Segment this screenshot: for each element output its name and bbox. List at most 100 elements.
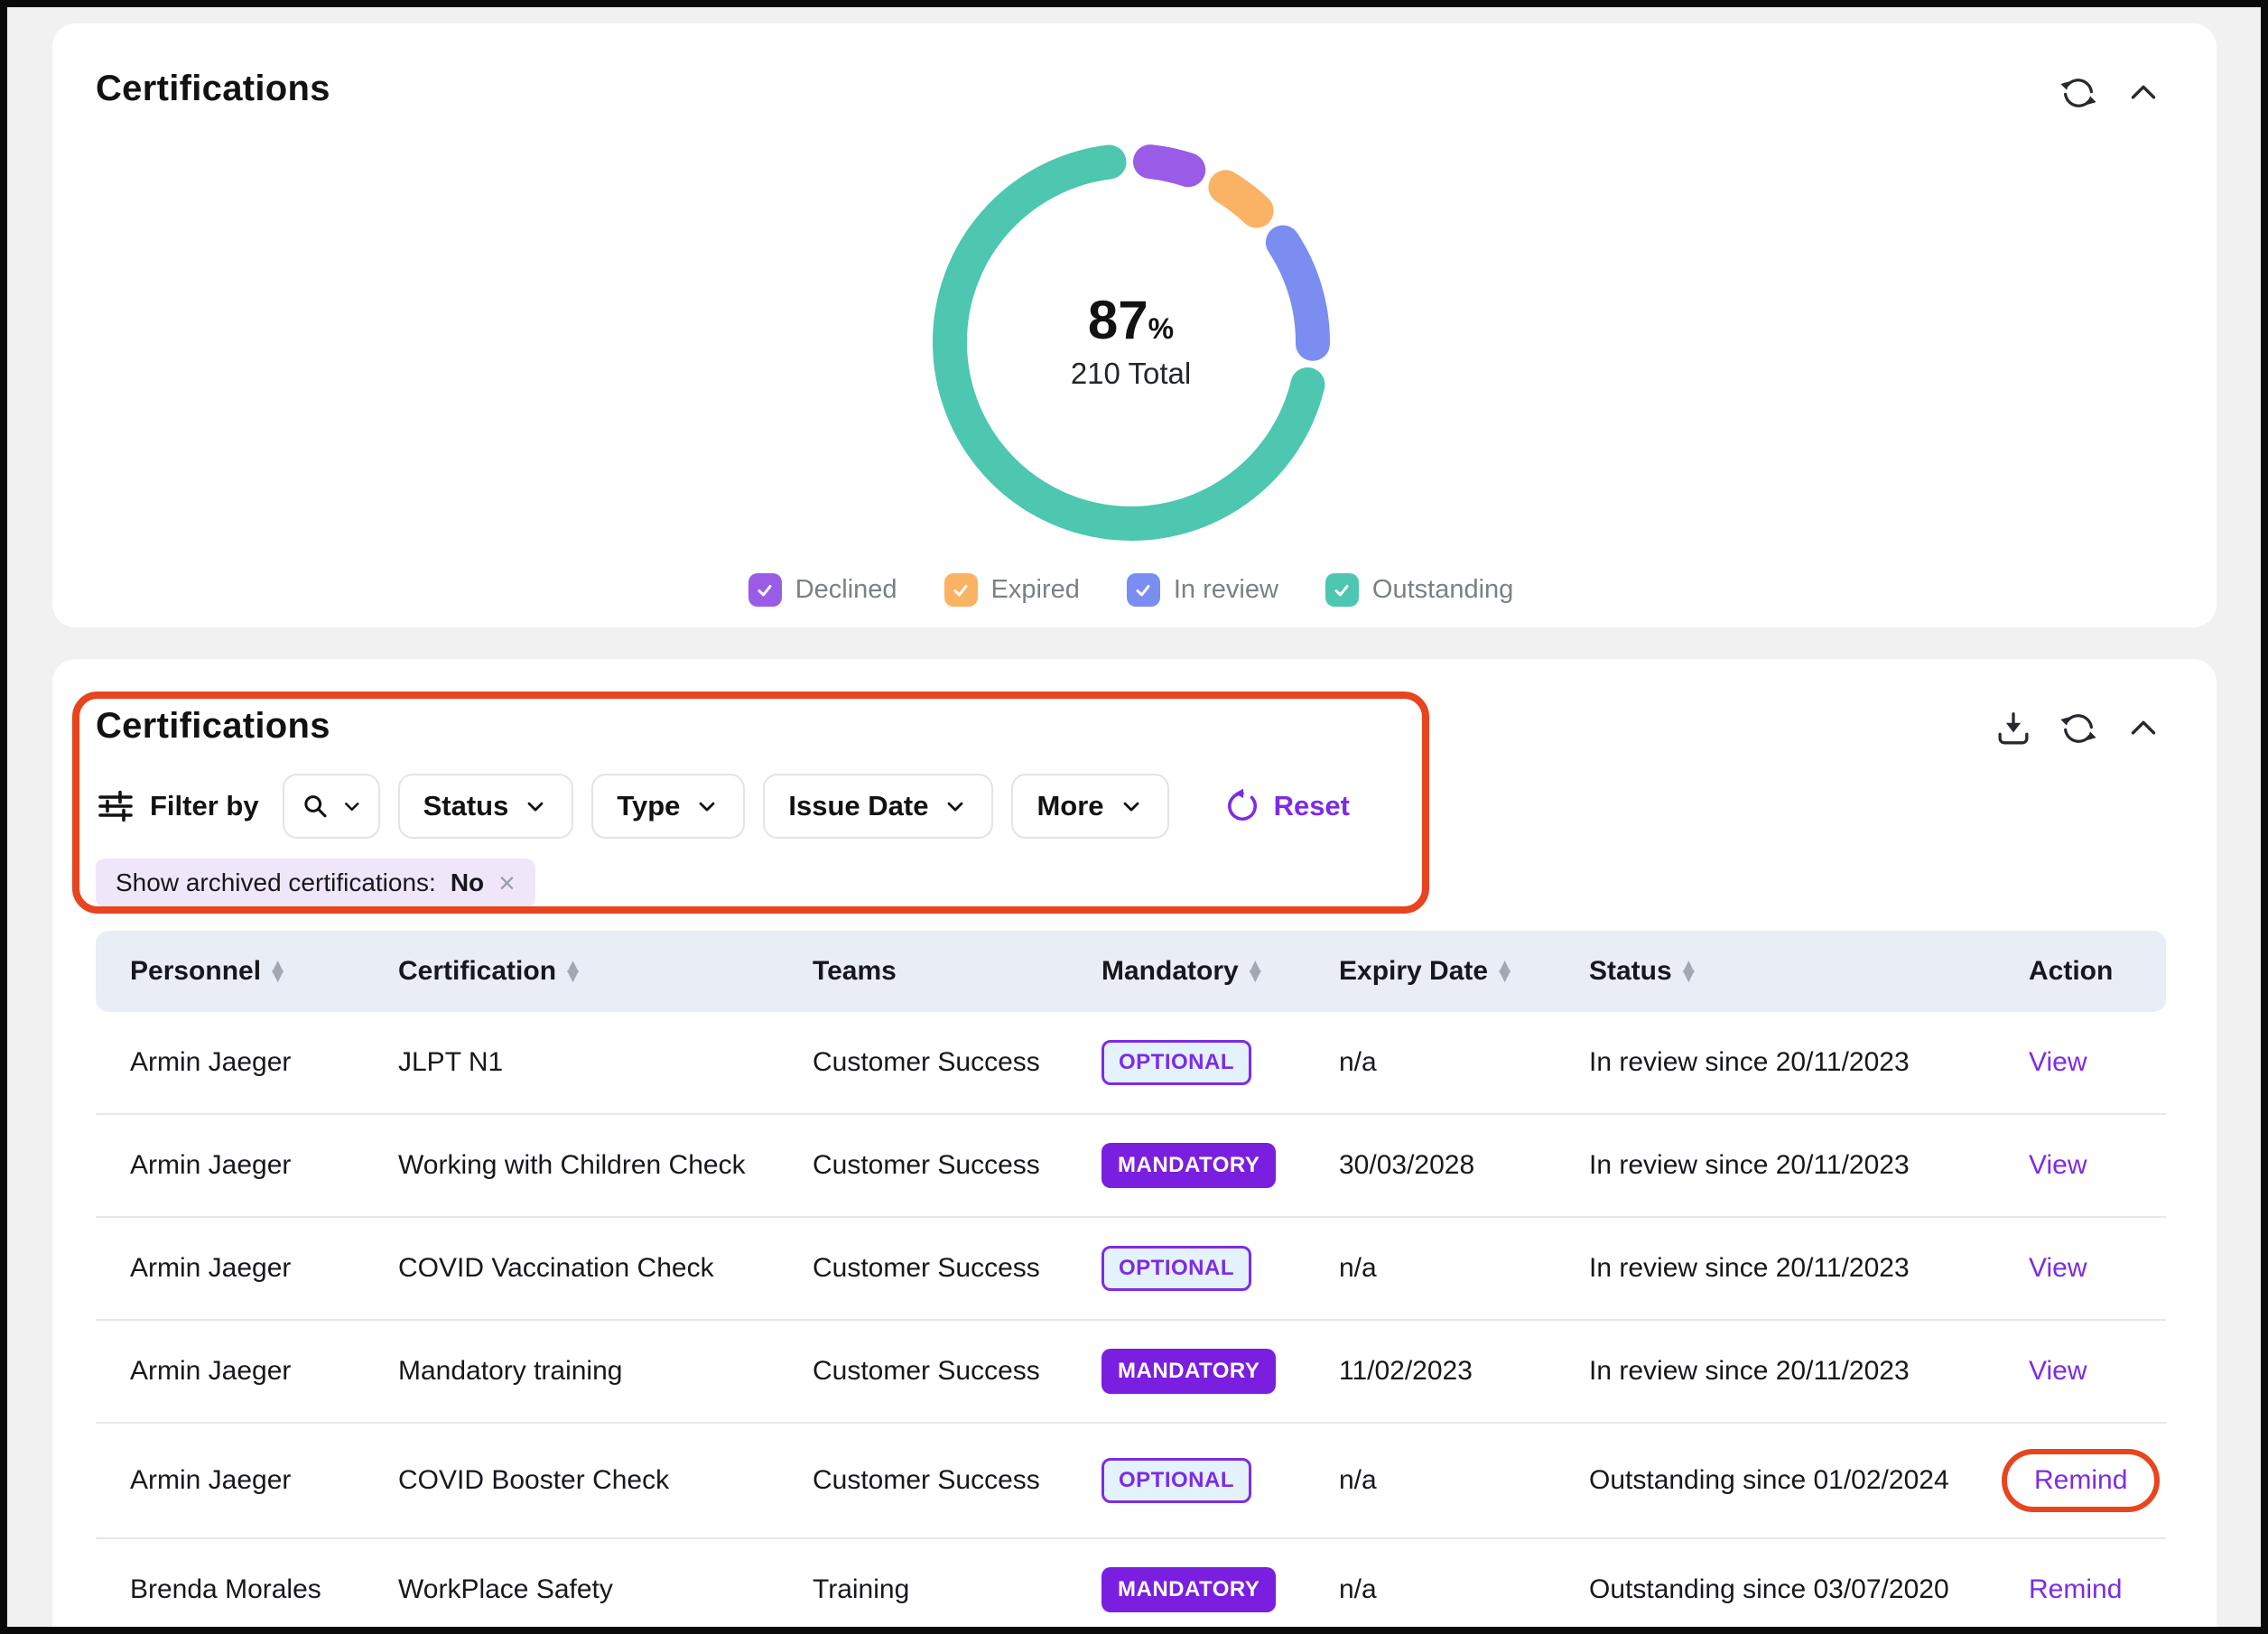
cell-action: View <box>2029 1253 2166 1284</box>
donut-segment-expired[interactable] <box>1225 187 1256 210</box>
filter-dropdown-issue-date[interactable]: Issue Date <box>763 774 993 839</box>
filter-dropdown-status[interactable]: Status <box>398 774 574 839</box>
donut-chart: 87% 210 Total <box>924 135 1339 550</box>
filter-dropdown-label: Status <box>423 790 509 822</box>
table-card-actions <box>1993 708 2164 749</box>
column-header-label: Action <box>2029 956 2113 987</box>
check-icon <box>754 580 776 601</box>
cell-status: In review since 20/11/2023 <box>1589 1356 2029 1387</box>
search-filter-button[interactable] <box>283 774 380 839</box>
filter-dropdown-type[interactable]: Type <box>591 774 745 839</box>
certifications-table: Personnel ▲▼ Certification ▲▼ Teams Mand… <box>96 931 2166 1634</box>
legend-item-in-review[interactable]: In review <box>1127 573 1278 607</box>
sort-icon[interactable]: ▲▼ <box>1250 961 1261 981</box>
legend-item-declined[interactable]: Declined <box>748 573 897 607</box>
refresh-icon[interactable] <box>2058 708 2099 749</box>
mandatory-badge: MANDATORY <box>1101 1143 1276 1188</box>
filter-by-label: Filter by <box>96 786 259 826</box>
cell-certification: COVID Booster Check <box>398 1465 813 1496</box>
cell-mandatory: OPTIONAL <box>1101 1458 1339 1503</box>
search-icon <box>299 788 331 824</box>
check-icon <box>950 580 971 601</box>
table-row: Armin Jaeger COVID Vaccination Check Cus… <box>96 1218 2166 1321</box>
certifications-table-card: Certifications <box>52 659 2217 1634</box>
legend-item-expired[interactable]: Expired <box>944 573 1080 607</box>
donut-segment-in-review[interactable] <box>1282 243 1312 344</box>
column-header-certification: Certification ▲▼ <box>398 956 813 987</box>
filter-dropdown-more[interactable]: More <box>1011 774 1168 839</box>
cell-expiry-date: n/a <box>1339 1253 1589 1284</box>
cell-certification: Mandatory training <box>398 1356 813 1387</box>
cell-action: Remind <box>2029 1574 2166 1605</box>
chip-label: Show archived certifications: <box>116 868 436 897</box>
legend-checkbox[interactable] <box>1127 573 1160 607</box>
cell-certification: COVID Vaccination Check <box>398 1253 813 1284</box>
cell-status: Outstanding since 01/02/2024 <box>1589 1465 2029 1496</box>
column-header-expiry-date: Expiry Date ▲▼ <box>1339 956 1589 987</box>
cell-expiry-date: n/a <box>1339 1465 1589 1496</box>
download-icon[interactable] <box>1993 708 2034 749</box>
view-link[interactable]: View <box>2029 1253 2087 1283</box>
mandatory-badge: MANDATORY <box>1101 1349 1276 1394</box>
column-header-label: Status <box>1589 956 1672 987</box>
cell-mandatory: MANDATORY <box>1101 1567 1339 1612</box>
legend-checkbox[interactable] <box>748 573 782 607</box>
remind-link[interactable]: Remind <box>2029 1574 2122 1604</box>
reset-filters-button[interactable]: Reset <box>1223 787 1350 825</box>
cell-mandatory: OPTIONAL <box>1101 1040 1339 1085</box>
column-header-mandatory: Mandatory ▲▼ <box>1101 956 1339 987</box>
legend-label: In review <box>1174 575 1278 605</box>
donut-segment-declined[interactable] <box>1150 162 1188 170</box>
archived-certifications-chip[interactable]: Show archived certifications: No × <box>96 859 535 907</box>
chevron-down-icon <box>1119 794 1144 819</box>
table-header-row: Personnel ▲▼ Certification ▲▼ Teams Mand… <box>96 931 2166 1012</box>
cell-action: Remind <box>2029 1449 2166 1512</box>
chart-card-actions <box>2058 72 2164 114</box>
mandatory-badge: OPTIONAL <box>1101 1246 1251 1291</box>
cell-action: View <box>2029 1047 2166 1078</box>
column-header-action: Action <box>2029 956 2166 987</box>
donut-svg <box>924 135 1339 550</box>
cell-mandatory: MANDATORY <box>1101 1349 1339 1394</box>
view-link[interactable]: View <box>2029 1047 2087 1077</box>
table-row: Armin Jaeger Mandatory training Customer… <box>96 1321 2166 1424</box>
cell-teams: Customer Success <box>813 1356 1101 1387</box>
cell-teams: Training <box>813 1574 1101 1605</box>
column-header-label: Certification <box>398 956 556 987</box>
cell-mandatory: OPTIONAL <box>1101 1246 1339 1291</box>
sliders-icon <box>96 786 135 826</box>
cell-certification: Working with Children Check <box>398 1150 813 1181</box>
filter-dropdown-label: More <box>1036 790 1103 822</box>
cell-expiry-date: n/a <box>1339 1047 1589 1078</box>
close-icon[interactable]: × <box>498 868 516 897</box>
cell-teams: Customer Success <box>813 1253 1101 1284</box>
table-row: Armin Jaeger Working with Children Check… <box>96 1115 2166 1218</box>
cell-teams: Customer Success <box>813 1047 1101 1078</box>
column-header-personnel: Personnel ▲▼ <box>96 956 398 987</box>
cell-action: View <box>2029 1150 2166 1181</box>
cell-teams: Customer Success <box>813 1150 1101 1181</box>
sort-icon[interactable]: ▲▼ <box>567 961 579 981</box>
reset-arrow-icon <box>1223 787 1261 825</box>
certifications-chart-card: Certifications 87% <box>52 23 2217 627</box>
view-link[interactable]: View <box>2029 1356 2087 1386</box>
legend-item-outstanding[interactable]: Outstanding <box>1325 573 1513 607</box>
chevron-up-icon[interactable] <box>2123 72 2164 114</box>
cell-status: In review since 20/11/2023 <box>1589 1150 2029 1181</box>
sort-icon[interactable]: ▲▼ <box>272 961 284 981</box>
table-card-title: Certifications <box>96 706 2166 747</box>
legend-checkbox[interactable] <box>1325 573 1359 607</box>
cell-expiry-date: 30/03/2028 <box>1339 1150 1589 1181</box>
refresh-icon[interactable] <box>2058 72 2099 114</box>
cell-personnel: Armin Jaeger <box>96 1047 398 1078</box>
annotation-remind-ring: Remind <box>2002 1449 2160 1512</box>
cell-personnel: Armin Jaeger <box>96 1465 398 1496</box>
cell-personnel: Armin Jaeger <box>96 1356 398 1387</box>
chevron-up-icon[interactable] <box>2123 708 2164 749</box>
page-frame: Certifications 87% <box>0 0 2268 1634</box>
sort-icon[interactable]: ▲▼ <box>1683 961 1695 981</box>
view-link[interactable]: View <box>2029 1150 2087 1180</box>
legend-checkbox[interactable] <box>944 573 978 607</box>
remind-link[interactable]: Remind <box>2034 1465 2127 1495</box>
sort-icon[interactable]: ▲▼ <box>1499 961 1510 981</box>
